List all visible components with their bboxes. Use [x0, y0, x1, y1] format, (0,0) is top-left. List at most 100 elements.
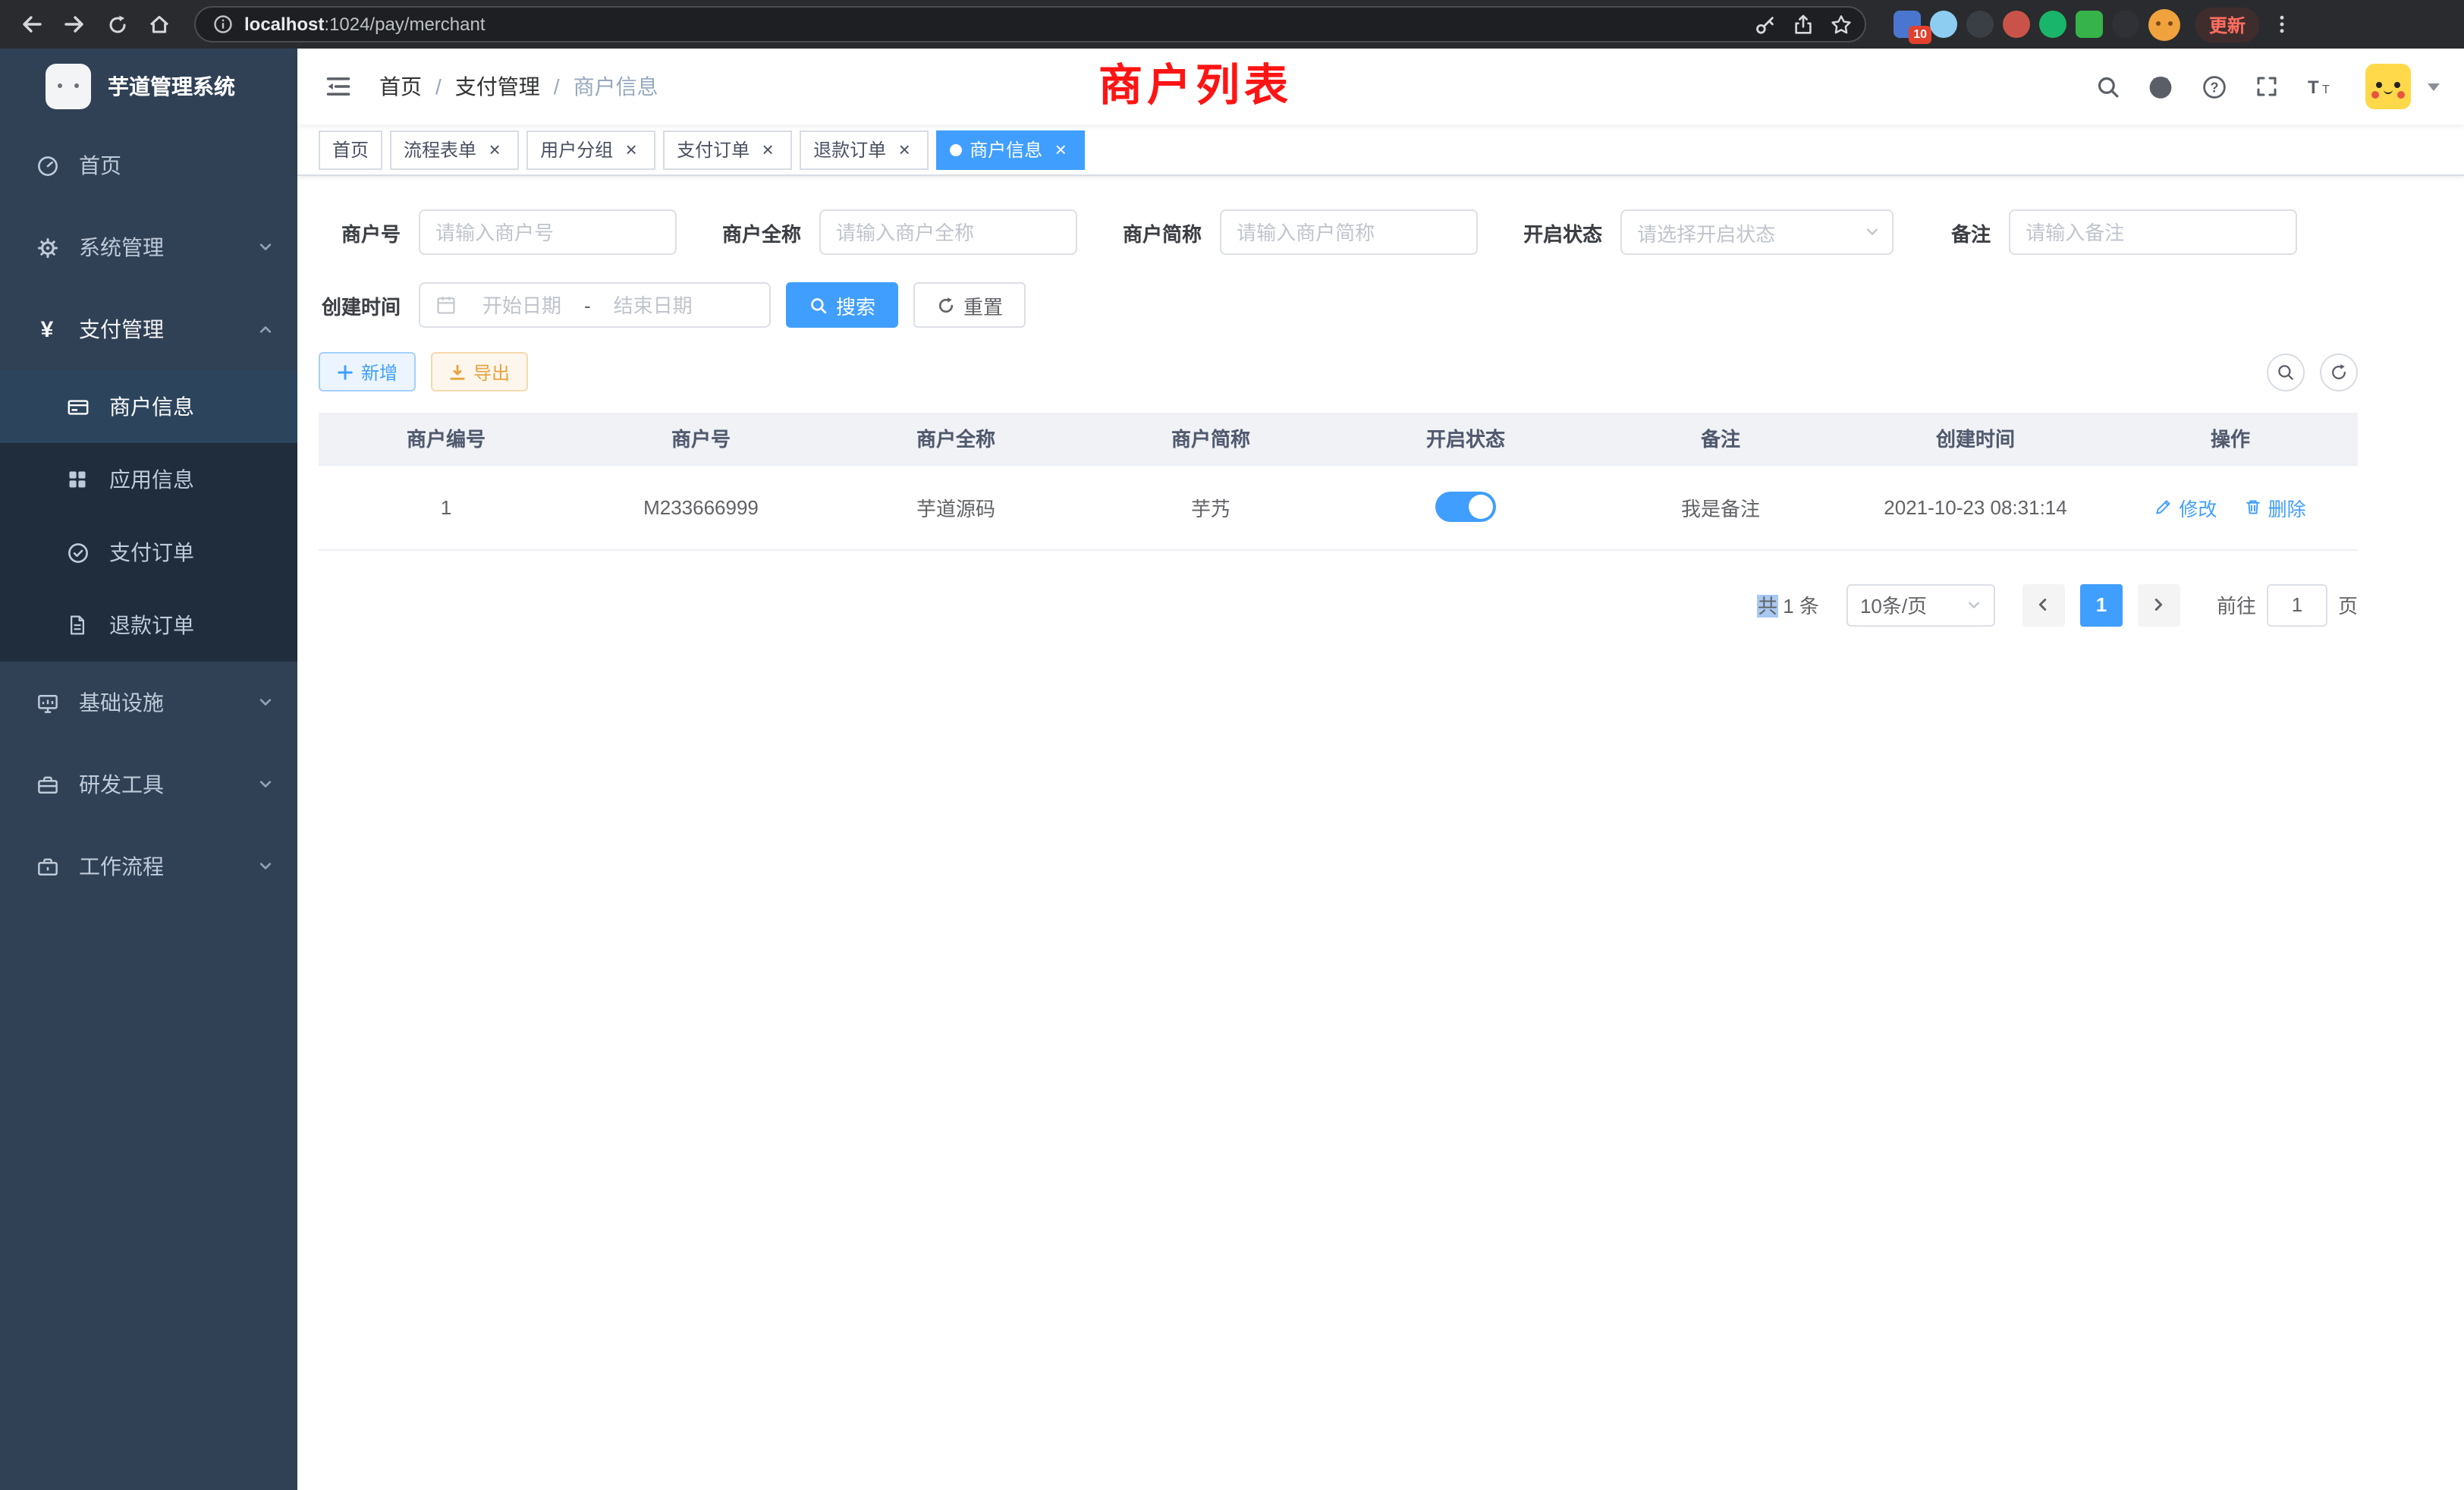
extension-icon[interactable]	[1966, 11, 1994, 38]
filter-create-time: 创建时间 -	[319, 282, 771, 328]
search-button[interactable]: 搜索	[786, 282, 898, 328]
pagination-total: 共 1 条	[1758, 590, 1819, 619]
edit-link[interactable]: 修改	[2154, 492, 2217, 521]
next-page-icon[interactable]	[2138, 583, 2180, 626]
column-header: 商户全称	[828, 413, 1083, 464]
hide-search-icon[interactable]	[2267, 353, 2305, 391]
sidebar-item-app-info[interactable]: 应用信息	[0, 443, 297, 516]
reload-icon[interactable]	[97, 5, 137, 44]
date-end-input[interactable]	[597, 294, 709, 316]
chevron-down-icon	[258, 240, 273, 255]
status-toggle[interactable]	[1435, 492, 1496, 522]
column-header: 操作	[2103, 413, 2358, 464]
sidebar-item-refund-order[interactable]: 退款订单	[0, 589, 297, 662]
forward-icon[interactable]	[55, 5, 94, 44]
filter-row-1: 商户号 商户全称 商户简称 开启状态 请选择开启状态	[319, 209, 2358, 255]
sidebar-toggle-icon[interactable]	[322, 70, 355, 103]
goto-page-input[interactable]	[2267, 583, 2327, 626]
sidebar-item-home[interactable]: 首页	[0, 124, 297, 206]
page-unit-label: 页	[2338, 590, 2358, 619]
card-icon	[64, 393, 91, 420]
sidebar-item-system[interactable]: 系统管理	[0, 206, 297, 288]
date-start-input[interactable]	[466, 294, 578, 316]
search-icon[interactable]	[2088, 67, 2127, 106]
remark-input[interactable]	[2009, 209, 2297, 255]
full-name-input[interactable]	[819, 209, 1077, 255]
sidebar-item-label: 退款订单	[109, 610, 194, 640]
address-bar[interactable]: localhost:1024/pay/merchant	[194, 6, 1866, 42]
add-button[interactable]: 新增	[319, 352, 416, 391]
font-size-icon[interactable]: TT	[2300, 67, 2340, 106]
prev-page-icon[interactable]	[2022, 583, 2065, 626]
tab-pay-order[interactable]: 支付订单	[663, 130, 792, 169]
extension-icon[interactable]: 10	[1894, 11, 1921, 38]
reset-button[interactable]: 重置	[913, 282, 1026, 328]
user-avatar[interactable]	[2365, 64, 2411, 109]
sidebar-item-label: 工作流程	[79, 851, 164, 882]
sidebar-item-pay[interactable]: 支付管理	[0, 288, 297, 370]
tab-close-icon[interactable]	[484, 139, 505, 160]
sidebar-item-infra[interactable]: 基础设施	[0, 662, 297, 743]
extension-badge: 10	[1909, 26, 1931, 44]
column-header: 开启状态	[1338, 413, 1593, 464]
browser-update-button[interactable]: 更新	[2195, 7, 2259, 42]
tab-close-icon[interactable]	[894, 139, 915, 160]
filter-status: 开启状态 请选择开启状态	[1523, 209, 1894, 255]
table-row: 1 M233666999 芋道源码 芋艿 我是备注 2021-10-23 08:…	[319, 464, 2358, 549]
home-icon[interactable]	[140, 5, 179, 44]
tab-refund-order[interactable]: 退款订单	[800, 130, 929, 169]
tab-merchant-info[interactable]: 商户信息	[936, 130, 1085, 169]
sidebar-item-devtool[interactable]: 研发工具	[0, 743, 297, 825]
sidebar-item-pay-order[interactable]: 支付订单	[0, 516, 297, 589]
share-icon[interactable]	[1784, 6, 1821, 42]
page-number-current[interactable]: 1	[2080, 583, 2123, 626]
fullscreen-icon[interactable]	[2247, 67, 2286, 106]
refresh-icon[interactable]	[2320, 353, 2358, 391]
merchant-no-input[interactable]	[419, 209, 677, 255]
sidebar-item-workflow[interactable]: 工作流程	[0, 825, 297, 907]
app-logo[interactable]: 芋道管理系统	[0, 49, 297, 124]
short-name-input[interactable]	[1220, 209, 1478, 255]
navbar-actions: ? TT	[2088, 64, 2440, 109]
tab-close-icon[interactable]	[1050, 139, 1071, 160]
extension-icon[interactable]	[2039, 11, 2066, 38]
extension-icon[interactable]	[2112, 11, 2139, 38]
cell-actions: 修改 删除	[2103, 464, 2358, 549]
tab-process-form[interactable]: 流程表单	[390, 130, 519, 169]
tab-user-group[interactable]: 用户分组	[526, 130, 655, 169]
user-menu-caret-icon[interactable]	[2428, 83, 2440, 90]
tab-close-icon[interactable]	[621, 139, 642, 160]
cell-status	[1338, 464, 1593, 549]
tab-home[interactable]: 首页	[319, 130, 382, 169]
page-jumper: 前往 页	[2217, 583, 2358, 626]
delete-link[interactable]: 删除	[2244, 492, 2306, 521]
browser-menu-icon[interactable]	[2262, 5, 2302, 44]
breadcrumb-section[interactable]: 支付管理	[455, 71, 540, 102]
site-info-icon[interactable]	[209, 11, 237, 38]
sidebar-item-merchant-info[interactable]: 商户信息	[0, 370, 297, 443]
status-select[interactable]: 请选择开启状态	[1620, 209, 1894, 255]
tab-close-icon[interactable]	[757, 139, 778, 160]
extension-icon[interactable]	[2076, 11, 2103, 38]
browser-profile-avatar[interactable]	[2148, 8, 2180, 40]
cell-merchant-no: M233666999	[574, 464, 828, 549]
extension-icon[interactable]	[2003, 11, 2030, 38]
search-button-label: 搜索	[836, 291, 875, 319]
github-icon[interactable]	[2141, 67, 2180, 106]
date-range-picker[interactable]: -	[419, 282, 771, 328]
tab-label: 用户分组	[540, 137, 613, 162]
password-key-icon[interactable]	[1746, 6, 1783, 42]
main-area: 首页 / 支付管理 / 商户信息 商户列表 ?	[297, 49, 2464, 1490]
cell-full-name: 芋道源码	[828, 464, 1083, 549]
bookmark-star-icon[interactable]	[1822, 6, 1859, 42]
extension-icon[interactable]	[1930, 11, 1957, 38]
breadcrumb-separator: /	[435, 74, 442, 99]
breadcrumb-home[interactable]: 首页	[379, 71, 422, 102]
help-icon[interactable]: ?	[2194, 67, 2233, 106]
svg-text:T: T	[2308, 77, 2319, 98]
column-header: 商户简称	[1083, 413, 1338, 464]
page-size-select[interactable]: 10条/页	[1846, 583, 1995, 626]
filter-remark: 备注	[1939, 209, 2297, 255]
export-button[interactable]: 导出	[431, 352, 528, 391]
back-icon[interactable]	[12, 5, 52, 44]
